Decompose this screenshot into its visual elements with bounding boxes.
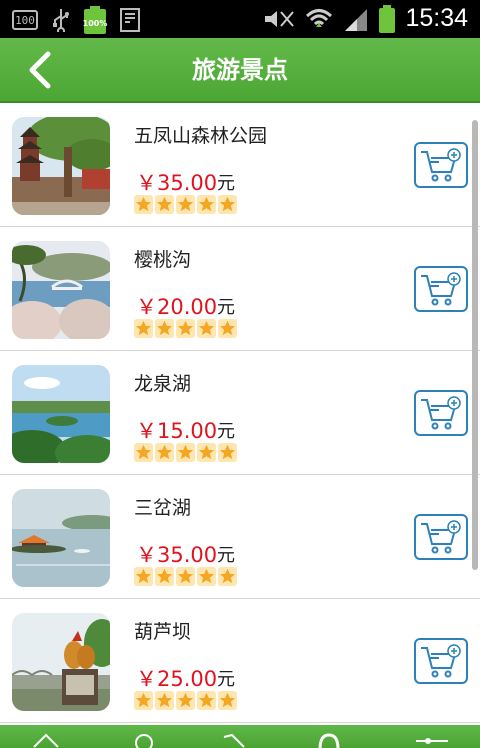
- star-icon: [176, 319, 195, 338]
- compass-icon: [135, 734, 153, 748]
- attraction-price: ￥20.00: [136, 295, 218, 319]
- list-item[interactable]: 三岔湖 ￥35.00 元: [0, 475, 480, 599]
- add-to-cart-icon: [421, 644, 461, 678]
- bottom-navigation: [0, 725, 480, 748]
- add-to-cart-button[interactable]: [414, 514, 468, 560]
- rating-stars: [134, 691, 237, 710]
- star-icon: [197, 567, 216, 586]
- star-icon: [197, 195, 216, 214]
- attraction-price: ￥35.00: [136, 171, 218, 195]
- attraction-price: ￥15.00: [136, 419, 218, 443]
- star-icon: [197, 319, 216, 338]
- attraction-price: ￥35.00: [136, 543, 218, 567]
- add-to-cart-icon: [421, 272, 461, 306]
- clock: 15:34: [405, 4, 468, 32]
- list-item[interactable]: 樱桃沟 ￥20.00 元: [0, 227, 480, 351]
- settings-icon: [416, 738, 448, 744]
- star-icon: [134, 691, 153, 710]
- star-icon: [155, 443, 174, 462]
- attraction-image: [12, 365, 110, 463]
- rating-stars: [134, 319, 237, 338]
- user-icon: [318, 733, 340, 748]
- star-icon: [218, 195, 237, 214]
- star-icon: [197, 443, 216, 462]
- rating-stars: [134, 195, 237, 214]
- silent-mode-icon: [265, 10, 295, 27]
- scrollbar[interactable]: [472, 120, 478, 570]
- app-header: 旅游景点: [0, 38, 480, 103]
- add-to-cart-button[interactable]: [414, 266, 468, 312]
- home-icon: [33, 733, 59, 748]
- page-title: 旅游景点: [192, 56, 288, 84]
- attraction-image: [12, 241, 110, 339]
- attraction-name: 樱桃沟: [134, 249, 192, 271]
- attraction-list[interactable]: 五凤山森林公园 ￥35.00 元 樱桃沟 ￥20.00 元 龙泉湖 ￥15.00…: [0, 103, 480, 725]
- notification-badge: 100: [12, 10, 38, 30]
- add-to-cart-button[interactable]: [414, 390, 468, 436]
- attraction-price: ￥25.00: [136, 667, 218, 691]
- nav-profile[interactable]: [316, 733, 342, 748]
- battery-full-icon: 100%: [83, 6, 107, 34]
- attraction-image: [12, 489, 110, 587]
- attraction-name: 三岔湖: [134, 497, 192, 519]
- price-unit: 元: [217, 297, 235, 318]
- rating-stars: [134, 443, 237, 462]
- nav-settings[interactable]: [414, 733, 450, 748]
- star-icon: [176, 567, 195, 586]
- star-icon: [218, 319, 237, 338]
- attraction-name: 葫芦坝: [134, 621, 192, 643]
- usb-icon: [53, 9, 69, 32]
- price-unit: 元: [217, 421, 235, 442]
- star-icon: [218, 567, 237, 586]
- star-icon: [134, 195, 153, 214]
- add-to-cart-icon: [421, 396, 461, 430]
- star-icon: [155, 195, 174, 214]
- star-icon: [134, 319, 153, 338]
- rating-stars: [134, 567, 237, 586]
- list-item[interactable]: 五凤山森林公园 ￥35.00 元: [0, 103, 480, 227]
- add-to-cart-icon: [421, 520, 461, 554]
- attraction-image: [12, 613, 110, 711]
- star-icon: [218, 691, 237, 710]
- price-unit: 元: [217, 669, 235, 690]
- signal-icon: [345, 8, 368, 31]
- list-item[interactable]: 龙泉湖 ￥15.00 元: [0, 351, 480, 475]
- battery-icon: [379, 4, 396, 33]
- attraction-name: 龙泉湖: [134, 373, 192, 395]
- star-icon: [176, 443, 195, 462]
- star-icon: [134, 567, 153, 586]
- nav-home[interactable]: [32, 733, 60, 748]
- star-icon: [155, 319, 174, 338]
- add-to-cart-button[interactable]: [414, 638, 468, 684]
- star-icon: [218, 443, 237, 462]
- price-unit: 元: [217, 545, 235, 566]
- price-unit: 元: [217, 173, 235, 194]
- nav-coupon[interactable]: [222, 733, 248, 748]
- star-icon: [197, 691, 216, 710]
- document-icon: [120, 8, 140, 32]
- battery-percent-label: 100%: [82, 19, 108, 28]
- star-icon: [176, 195, 195, 214]
- tag-icon: [223, 733, 245, 748]
- wifi-icon: [306, 8, 333, 27]
- status-bar: 100 100% 15:34: [0, 0, 480, 38]
- add-to-cart-button[interactable]: [414, 142, 468, 188]
- star-icon: [176, 691, 195, 710]
- add-to-cart-icon: [421, 148, 461, 182]
- star-icon: [134, 443, 153, 462]
- attraction-image: [12, 117, 110, 215]
- list-item[interactable]: 葫芦坝 ￥25.00 元: [0, 599, 480, 723]
- attraction-name: 五凤山森林公园: [134, 125, 268, 147]
- star-icon: [155, 691, 174, 710]
- nav-discover[interactable]: [134, 733, 154, 748]
- star-icon: [155, 567, 174, 586]
